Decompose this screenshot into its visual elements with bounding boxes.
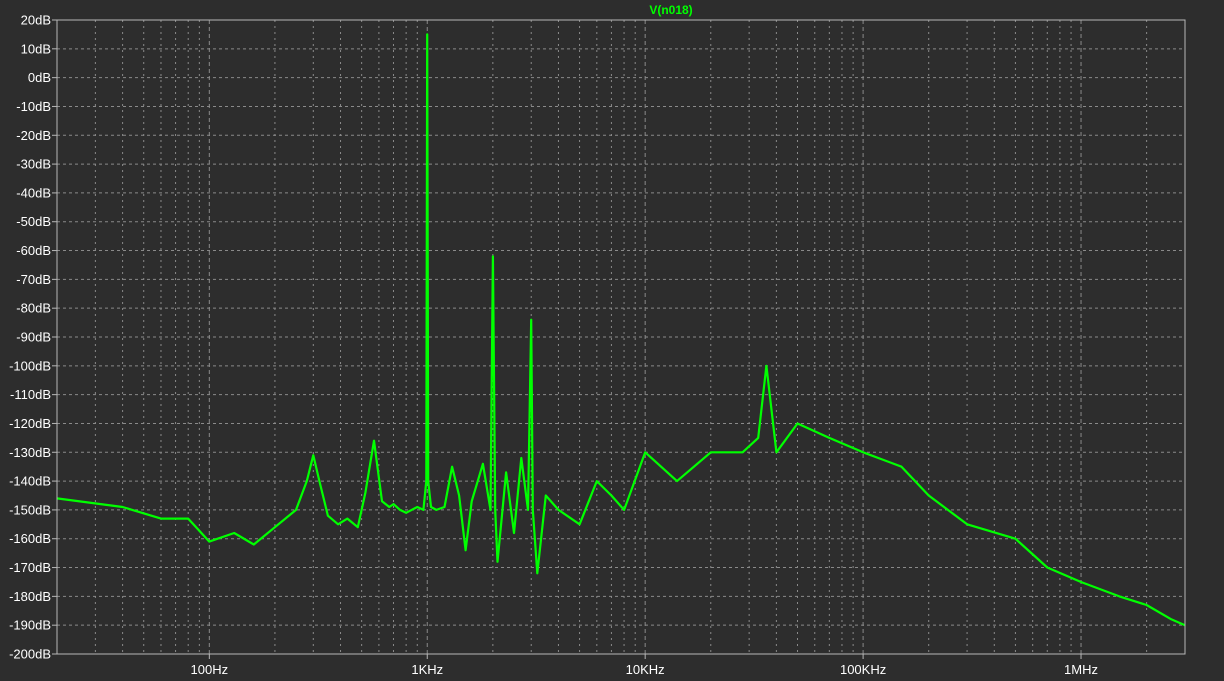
spectrum-chart: 20dB 10dB 0dB -10dB -20dB -30dB -40dB -50dB -60d… xyxy=(9,3,1186,677)
y-tick-label: 10dB xyxy=(21,41,51,56)
y-tick-label: 0dB xyxy=(28,70,51,85)
plot-window: 20dB 10dB 0dB -10dB -20dB -30dB -40dB -50dB -60d… xyxy=(0,0,1224,681)
y-tick-label: -140dB xyxy=(9,474,51,489)
y-tick-label: -70dB xyxy=(16,272,51,287)
y-tick-label: -110dB xyxy=(10,387,51,402)
x-tick-label: 10KHz xyxy=(626,662,665,677)
y-tick-label: -60dB xyxy=(16,243,51,258)
x-tick-label: 100KHz xyxy=(840,662,886,677)
y-tick-label: -180dB xyxy=(9,589,51,604)
y-tick-label: -200dB xyxy=(9,647,51,662)
y-tick-label: -50dB xyxy=(16,214,51,229)
y-tick-label: -190dB xyxy=(9,618,51,633)
x-tick-label: 100Hz xyxy=(191,662,229,677)
y-axis: 20dB 10dB 0dB -10dB -20dB -30dB -40dB -50dB -60d… xyxy=(9,13,57,662)
x-tick-label: 1MHz xyxy=(1064,662,1098,677)
y-tick-label: -90dB xyxy=(16,330,51,345)
y-tick-label: -170dB xyxy=(9,560,51,575)
y-tick-label: -120dB xyxy=(9,416,51,431)
y-tick-label: -160dB xyxy=(9,531,51,546)
y-tick-label: -40dB xyxy=(16,185,51,200)
y-tick-label: -130dB xyxy=(9,445,51,460)
y-tick-label: -150dB xyxy=(9,502,51,517)
x-axis: 100Hz 1KHz 10KHz 100KHz 1MHz xyxy=(191,654,1098,677)
y-tick-label: -100dB xyxy=(9,358,51,373)
trace-label[interactable]: V(n018) xyxy=(649,3,692,17)
y-tick-label: -10dB xyxy=(16,99,51,114)
x-tick-label: 1KHz xyxy=(411,662,443,677)
y-tick-label: -30dB xyxy=(16,157,51,172)
y-tick-label: -80dB xyxy=(16,301,51,316)
y-tick-label: -20dB xyxy=(16,128,51,143)
y-tick-label: 20dB xyxy=(21,13,51,28)
